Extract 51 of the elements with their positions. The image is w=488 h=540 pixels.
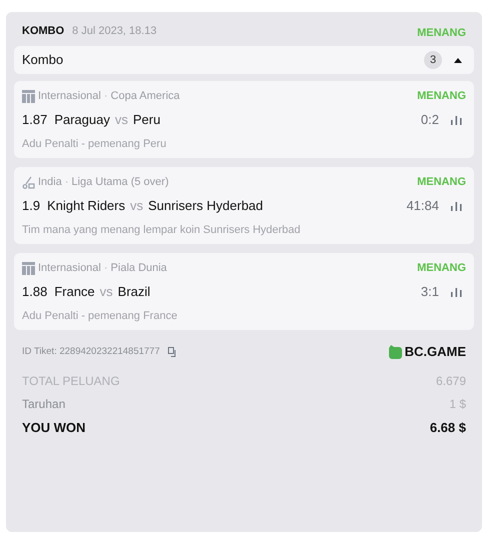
away-team: Sunrisers Hyderbad	[148, 197, 264, 216]
combo-title: Kombo	[22, 51, 64, 70]
status-label: MENANG	[417, 26, 466, 41]
region: Internasional	[38, 261, 101, 276]
summary-value: 6.68 $	[430, 418, 466, 436]
score: 41:84	[406, 197, 439, 216]
region: Internasional	[38, 89, 101, 104]
combo-header[interactable]: Kombo 3	[14, 46, 474, 74]
logo-icon	[388, 344, 402, 359]
market: Adu Penalti - pemenang France	[22, 308, 178, 324]
away-team: Peru	[132, 111, 160, 130]
versus: vs	[114, 111, 128, 130]
separator-dot: ·	[64, 175, 69, 190]
home-team: France	[54, 283, 95, 302]
bet-type: KOMBO	[22, 24, 64, 39]
score: 3:1	[420, 283, 439, 302]
away-team: Brazil	[118, 283, 150, 302]
versus: vs	[130, 197, 144, 216]
league: Liga Utama (5 over)	[72, 175, 169, 190]
market: Adu Penalti - pemenang Peru	[22, 136, 168, 152]
odds: 1.87	[22, 111, 48, 130]
count-badge: 3	[424, 51, 442, 69]
separator-dot: ·	[104, 89, 108, 104]
stats-icon[interactable]	[451, 287, 462, 297]
separator-dot: ·	[104, 261, 108, 276]
versus: vs	[100, 283, 113, 302]
market: Tim mana yang menang lempar koin Sunrisers Hyderbad	[22, 222, 302, 238]
cricket-icon	[22, 176, 35, 189]
status-label: MENANG	[417, 261, 466, 276]
caret-up-icon	[454, 58, 462, 62]
summary-label: Taruhan	[22, 396, 66, 412]
region: India	[38, 175, 62, 190]
status-label: MENANG	[417, 175, 466, 190]
copy-icon[interactable]	[168, 346, 178, 357]
stats-icon[interactable]	[451, 115, 462, 125]
home-team: Knight Riders	[47, 197, 126, 216]
odds: 1.88	[22, 283, 48, 302]
odds: 1.9	[22, 197, 40, 216]
status-label: MENANG	[417, 89, 466, 104]
summary-label: YOU WON	[22, 418, 86, 436]
summary-value: 6.679	[436, 372, 466, 390]
score: 0:2	[420, 111, 439, 130]
stats-icon[interactable]	[451, 201, 462, 211]
bet-date: 8 Jul 2023, 18.13	[72, 24, 157, 39]
ticket-id: ID Tiket: 2289420232214851777	[22, 344, 160, 359]
summary-label: TOTAL PELUANG	[22, 372, 120, 390]
summary-value: 1 $	[449, 396, 466, 412]
brand-logo: BC.GAME	[404, 343, 466, 361]
league: Copa America	[110, 89, 180, 104]
league: Piala Dunia	[110, 261, 167, 276]
home-team: Paraguay	[54, 111, 110, 130]
